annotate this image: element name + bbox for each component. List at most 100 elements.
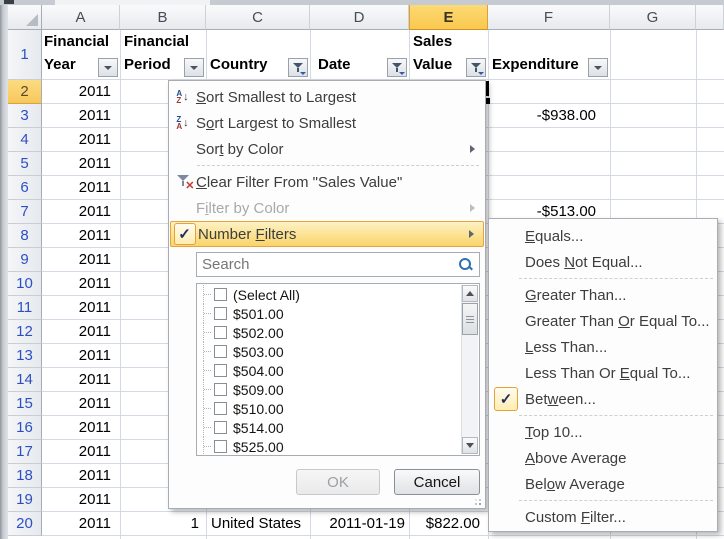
row-header[interactable]: 19 <box>8 488 42 512</box>
value-checkbox[interactable] <box>214 326 227 339</box>
submenu-item-does-not-equal[interactable]: Does Not Equal... <box>489 249 717 275</box>
filter-value-item[interactable]: (Select All) <box>199 285 460 304</box>
row-header[interactable]: 14 <box>8 368 42 392</box>
ok-button[interactable]: OK <box>296 469 380 495</box>
menu-item-number-filters[interactable]: ✓ Number Filters <box>170 221 484 247</box>
filter-button-date-active[interactable] <box>387 58 407 77</box>
filter-button-country-active[interactable] <box>288 58 308 77</box>
filter-value-item[interactable]: $504.00 <box>199 361 460 380</box>
row-header[interactable]: 8 <box>8 224 42 248</box>
cell-year[interactable]: 2011 <box>42 104 120 128</box>
submenu-item-custom-filter[interactable]: Custom Filter... <box>489 504 717 530</box>
row-header[interactable]: 3 <box>8 104 42 128</box>
submenu-item-greater-than[interactable]: Greater Than... <box>489 282 717 308</box>
menu-item-sort-smallest-to-largest[interactable]: AZ ↓ Sort Smallest to Largest <box>169 84 485 110</box>
list-scrollbar[interactable] <box>461 285 478 454</box>
value-checkbox[interactable] <box>214 307 227 320</box>
filter-button-financial-year[interactable] <box>98 58 118 77</box>
submenu-item-less-than-or-equal[interactable]: Less Than Or Equal To... <box>489 360 717 386</box>
header-date[interactable]: Date <box>318 30 378 79</box>
filter-button-sales-value-active[interactable] <box>466 58 486 77</box>
cell-year[interactable]: 2011 <box>42 80 120 104</box>
row-header[interactable]: 5 <box>8 152 42 176</box>
menu-item-clear-filter[interactable]: ✕ Clear Filter From "Sales Value" <box>169 169 485 195</box>
column-header-D[interactable]: D <box>310 5 409 30</box>
submenu-item-equals[interactable]: Equals... <box>489 223 717 249</box>
row-header-1[interactable]: 1 <box>8 30 42 80</box>
cell-d20[interactable]: 2011-01-19 <box>312 512 408 536</box>
submenu-item-below-average[interactable]: Below Average <box>489 471 717 497</box>
cell-year[interactable]: 2011 <box>42 128 120 152</box>
value-checkbox[interactable] <box>214 345 227 358</box>
cell-year[interactable]: 2011 <box>42 320 120 344</box>
cell-year[interactable]: 2011 <box>42 176 120 200</box>
cell-year[interactable]: 2011 <box>42 200 120 224</box>
column-header-partial[interactable] <box>696 5 724 30</box>
cell-year[interactable]: 2011 <box>42 464 120 488</box>
value-checkbox[interactable] <box>214 440 227 453</box>
header-expenditure[interactable]: Expenditure <box>492 30 587 79</box>
cell-year[interactable]: 2011 <box>42 416 120 440</box>
cell-year[interactable]: 2011 <box>42 440 120 464</box>
filter-button-financial-period[interactable] <box>184 58 204 77</box>
filter-value-item[interactable]: $509.00 <box>199 380 460 399</box>
row-header[interactable]: 9 <box>8 248 42 272</box>
cancel-button[interactable]: Cancel <box>394 469 480 495</box>
filter-value-item[interactable]: $525.00 <box>199 437 460 455</box>
cell-year[interactable]: 2011 <box>42 248 120 272</box>
row-header[interactable]: 20 <box>8 512 42 536</box>
search-input[interactable] <box>197 256 458 273</box>
row-header[interactable]: 11 <box>8 296 42 320</box>
filter-button-expenditure[interactable] <box>588 58 608 77</box>
cell-year[interactable]: 2011 <box>42 296 120 320</box>
submenu-item-less-than[interactable]: Less Than... <box>489 334 717 360</box>
cell-year[interactable]: 2011 <box>42 392 120 416</box>
value-checkbox[interactable] <box>214 383 227 396</box>
header-financial-period[interactable]: Financial Period <box>124 30 184 79</box>
header-sales-value[interactable]: Sales Value <box>413 30 463 79</box>
filter-value-item[interactable]: $514.00 <box>199 418 460 437</box>
row-header[interactable]: 16 <box>8 416 42 440</box>
row-header[interactable]: 12 <box>8 320 42 344</box>
row-header[interactable]: 2 <box>8 80 42 104</box>
header-country[interactable]: Country <box>210 30 290 79</box>
scroll-up-button[interactable] <box>462 285 478 302</box>
row-header[interactable]: 4 <box>8 128 42 152</box>
value-checkbox[interactable] <box>214 364 227 377</box>
scroll-down-button[interactable] <box>462 437 478 454</box>
value-checkbox[interactable] <box>214 402 227 415</box>
row-header[interactable]: 10 <box>8 272 42 296</box>
resize-grip[interactable] <box>469 493 481 505</box>
menu-item-sort-largest-to-smallest[interactable]: ZA ↓ Sort Largest to Smallest <box>169 110 485 136</box>
menu-item-filter-by-color[interactable]: Filter by Color <box>169 195 485 221</box>
filter-value-item[interactable]: $501.00 <box>199 304 460 323</box>
row-header[interactable]: 17 <box>8 440 42 464</box>
filter-value-item[interactable]: $503.00 <box>199 342 460 361</box>
column-header-B[interactable]: B <box>120 5 206 30</box>
row-header[interactable]: 15 <box>8 392 42 416</box>
value-checkbox[interactable] <box>214 288 227 301</box>
row-header[interactable]: 7 <box>8 200 42 224</box>
row-header[interactable]: 6 <box>8 176 42 200</box>
column-header-E-selected[interactable]: E <box>409 5 488 30</box>
cell-year[interactable]: 2011 <box>42 488 120 512</box>
column-header-F[interactable]: F <box>488 5 610 30</box>
select-all-corner[interactable] <box>8 5 42 30</box>
submenu-item-top-10[interactable]: Top 10... <box>489 419 717 445</box>
cell-f3[interactable]: -$938.00 <box>488 104 606 128</box>
submenu-item-greater-than-or-equal[interactable]: Greater Than Or Equal To... <box>489 308 717 334</box>
cell-e20[interactable]: $822.00 <box>409 512 486 536</box>
cell-c20[interactable]: United States <box>208 512 312 536</box>
column-header-C[interactable]: C <box>206 5 310 30</box>
column-header-A[interactable]: A <box>42 5 120 30</box>
cell-year[interactable]: 2011 <box>42 344 120 368</box>
value-checkbox[interactable] <box>214 421 227 434</box>
scrollbar-thumb[interactable] <box>462 303 478 335</box>
cell-year[interactable]: 2011 <box>42 152 120 176</box>
cell-b20[interactable]: 1 <box>120 512 204 536</box>
cell-year[interactable]: 2011 <box>42 368 120 392</box>
cell-year[interactable]: 2011 <box>42 224 120 248</box>
cell-year[interactable]: 2011 <box>42 512 120 536</box>
row-header[interactable]: 13 <box>8 344 42 368</box>
row-header[interactable]: 18 <box>8 464 42 488</box>
